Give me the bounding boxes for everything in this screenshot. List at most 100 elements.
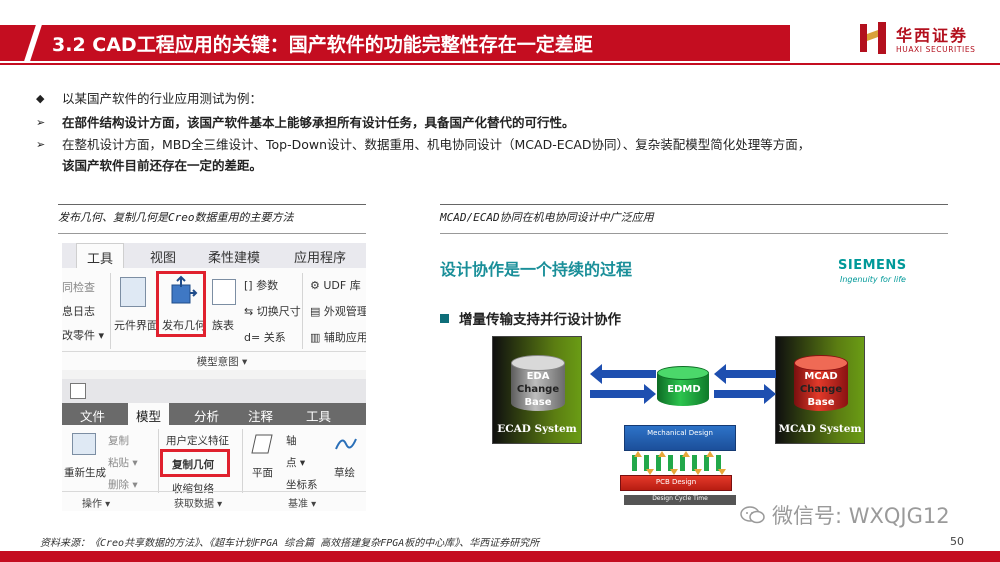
udf-label: UDF 库 — [323, 279, 361, 292]
operations-group-label[interactable]: 操作 ▾ — [82, 495, 110, 510]
cylinder-top — [794, 355, 848, 371]
appearance-label: 外观管理 — [323, 305, 366, 318]
cylinder-top — [511, 355, 565, 371]
ribbon-separator — [302, 273, 303, 349]
plane-button[interactable]: 平面 — [252, 465, 273, 480]
regenerate-icon — [72, 433, 96, 455]
group-divider — [62, 491, 366, 492]
component-interface-icon — [120, 277, 146, 307]
watermark-text: 微信号: WXQJG12 — [772, 504, 950, 528]
mcad-system-label: MCAD System — [778, 423, 862, 435]
mcad-db-line3: Base — [807, 397, 835, 408]
group-divider — [62, 351, 366, 352]
left-caption: 发布几何、复制几何是Creo数据重用的主要方法 — [58, 204, 366, 234]
parameters-button[interactable]: [] 参数 — [244, 277, 278, 293]
source-note: 资料来源：《Creo共享数据的方法》、《超车计划FPGA 综合篇 高效搭建复杂F… — [40, 538, 540, 549]
edmd-label: EDMD — [667, 384, 701, 395]
appearance-manager-button[interactable]: ▤ 外观管理 — [310, 303, 366, 319]
component-interface-button[interactable]: 元件界面 — [114, 317, 158, 333]
siemens-tagline: Ingenuity for life — [840, 275, 906, 284]
ribbon-separator — [158, 429, 159, 493]
tab-tools-2[interactable]: 工具 — [306, 406, 331, 425]
copy-geometry-highlight — [160, 449, 230, 477]
creo-ribbon-tools: 工具 视图 柔性建模 应用程序 同检查 息日志 改零件 ▾ 元件界面 发布几何 … — [62, 243, 366, 370]
quick-access-icon[interactable] — [70, 383, 86, 399]
sync-arrows-icon — [632, 451, 726, 475]
ribbon-item-check[interactable]: 同检查 — [62, 279, 95, 295]
eda-db-line2: Change — [516, 384, 560, 395]
paste-button[interactable]: 粘贴 ▾ — [108, 455, 138, 470]
axis-button[interactable]: 轴 — [286, 433, 297, 448]
sketch-button[interactable]: 草绘 — [334, 465, 355, 480]
datum-group-label[interactable]: 基准 ▾ — [288, 495, 316, 510]
coordinate-system-button[interactable]: 坐标系 — [286, 477, 318, 492]
creo-ribbon-screenshot: 工具 视图 柔性建模 应用程序 同检查 息日志 改零件 ▾ 元件界面 发布几何 … — [62, 243, 366, 511]
mcad-db-line2: Change — [799, 384, 843, 395]
footer-bar — [0, 551, 1000, 562]
wechat-icon — [740, 506, 765, 524]
logo-name-cn: 华西证券 — [896, 26, 969, 45]
right-exchange-arrows-icon — [714, 364, 776, 404]
diamond-bullet-icon: ◆ — [36, 92, 45, 105]
point-button[interactable]: 点 ▾ — [286, 455, 305, 470]
parameters-icon: [] — [244, 279, 253, 292]
left-caption-text: 发布几何、复制几何是Creo数据重用的主要方法 — [58, 211, 294, 224]
tab-tools[interactable]: 工具 — [76, 243, 125, 268]
tab-view[interactable]: 视图 — [150, 247, 176, 266]
delete-button[interactable]: 删除 ▾ — [108, 477, 138, 492]
copy-button[interactable]: 复制 — [108, 433, 129, 448]
mcad-database-icon: MCAD Change Base — [794, 355, 848, 417]
bullet-text: 该国产软件目前还存在一定的差距。 — [62, 158, 263, 173]
ecad-system-label: ECAD System — [497, 423, 577, 435]
left-exchange-arrows-icon — [590, 364, 656, 404]
design-cycle-graphic: Mechanical Design PCB Design Design Cycl… — [620, 423, 742, 509]
udf-library-button[interactable]: ⚙ UDF 库 — [310, 277, 361, 293]
family-table-button[interactable]: 族表 — [212, 317, 234, 333]
appearance-icon: ▤ — [310, 305, 321, 318]
relations-button[interactable]: d= 关系 — [244, 329, 286, 345]
edmd-database-icon: EDMD — [657, 366, 709, 410]
subheading-text: 增量传输支持并行设计协作 — [459, 312, 621, 328]
square-bullet-icon — [440, 314, 449, 323]
right-caption: MCAD/ECAD协同在机电协同设计中广泛应用 — [440, 204, 948, 234]
title-bar: 3.2 CAD工程应用的关键：国产软件的功能完整性存在一定差距 — [0, 25, 845, 61]
quick-access-bar — [62, 379, 366, 403]
user-defined-feature-button[interactable]: 用户定义特征 — [166, 433, 229, 448]
pcb-design-label: PCB Design — [655, 478, 697, 486]
mechanical-design-label: Mechanical Design — [647, 429, 713, 437]
get-data-group-label[interactable]: 获取数据 ▾ — [174, 495, 222, 510]
ribbon-item-modify-part[interactable]: 改零件 ▾ — [62, 327, 104, 343]
ribbon-separator — [242, 429, 243, 493]
caption-rule — [58, 233, 366, 234]
ribbon-tab-bar: 文件 模型 分析 注释 工具 — [62, 403, 366, 425]
ecad-system-block: EDA Change Base ECAD System — [492, 336, 582, 444]
arrow-bullet-icon: ➢ — [36, 138, 46, 151]
eda-database-icon: EDA Change Base — [511, 355, 565, 417]
mcad-system-block: MCAD Change Base MCAD System — [775, 336, 865, 444]
auxiliary-apps-button[interactable]: ▥ 辅助应用 — [310, 329, 366, 345]
tab-applications[interactable]: 应用程序 — [294, 247, 346, 266]
creo-ribbon-model: 文件 模型 分析 注释 工具 重新生成 复制 粘贴 ▾ 删除 ▾ 用户定义特征 … — [62, 379, 366, 511]
huaxi-logo: 华西证券 HUAXI SECURITIES — [858, 20, 988, 60]
diagram-heading: 设计协作是一个持续的过程 — [440, 260, 633, 279]
shrinkwrap-button[interactable]: 收缩包络 — [172, 481, 214, 496]
bullet-text: 在部件结构设计方面，该国产软件基本上能够承担所有设计任务，具备国产化替代的可行性… — [62, 115, 575, 130]
tab-analysis[interactable]: 分析 — [194, 406, 219, 425]
page-title: 3.2 CAD工程应用的关键：国产软件的功能完整性存在一定差距 — [52, 34, 593, 56]
bullet-text: 以某国产软件的行业应用测试为例： — [62, 91, 263, 106]
tab-flexible-modeling[interactable]: 柔性建模 — [208, 247, 260, 266]
auxiliary-label: 辅助应用 — [323, 331, 366, 344]
parameters-label: 参数 — [256, 279, 279, 292]
tab-file[interactable]: 文件 — [80, 406, 105, 425]
design-cycle-label: Design Cycle Time — [652, 495, 708, 502]
ribbon-item-log[interactable]: 息日志 — [62, 303, 95, 319]
mcad-db-line1: MCAD — [804, 371, 838, 382]
mcad-ecad-diagram: 设计协作是一个持续的过程 SIEMENS Ingenuity for life … — [420, 238, 948, 516]
auxiliary-icon: ▥ — [310, 331, 321, 344]
model-intent-group-label[interactable]: 模型意图 ▾ — [162, 354, 282, 369]
switch-dimensions-button[interactable]: ⇆ 切换尺寸 — [244, 303, 301, 319]
regenerate-button[interactable]: 重新生成 — [64, 465, 106, 480]
siemens-logo: SIEMENS — [838, 258, 907, 273]
tab-annotate[interactable]: 注释 — [248, 406, 273, 425]
tab-model[interactable]: 模型 — [128, 403, 170, 425]
